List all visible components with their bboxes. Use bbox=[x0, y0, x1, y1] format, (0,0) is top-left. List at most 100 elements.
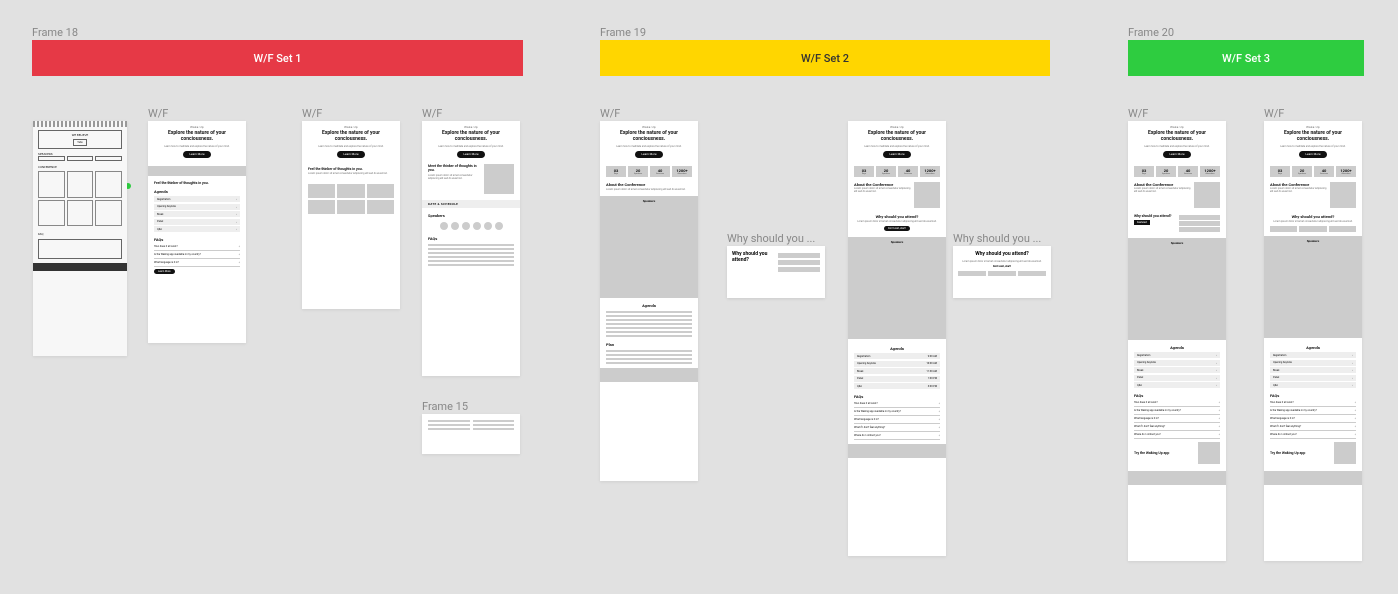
agenda-row: Opening Keynote› bbox=[154, 204, 240, 210]
hero-cta[interactable]: Learn More bbox=[1163, 151, 1190, 158]
faq-row: Where do I contact you?+ bbox=[854, 432, 940, 440]
stats-row: 03Days 20Speakers 40Sessions 1200+Attend… bbox=[1128, 164, 1226, 179]
faqs-title: FAQs bbox=[148, 234, 246, 243]
try-image bbox=[1334, 442, 1356, 464]
about-text: Lorem ipsum dolor sit amet consectetur a… bbox=[1134, 187, 1191, 193]
faq-row: How does it all work?+ bbox=[154, 243, 240, 251]
agenda-row: Break11:30 AM bbox=[854, 368, 940, 374]
artboard-wf-2b[interactable]: Wake Up Explore the nature of your conci… bbox=[848, 121, 946, 556]
hero-sub: Learn how to meditate and explore the na… bbox=[1134, 145, 1220, 148]
try-title: Try the Waking Up app bbox=[1134, 451, 1195, 455]
artboard-wf-3a[interactable]: Wake Up Explore the nature of your conci… bbox=[1128, 121, 1226, 561]
small-cta[interactable]: Learn More bbox=[154, 269, 175, 274]
footer bbox=[1264, 471, 1362, 485]
dont-wait-label: Don't wait, start! bbox=[958, 265, 1046, 268]
brand: Wake Up bbox=[1134, 125, 1220, 129]
design-canvas[interactable]: Frame 18 Frame 19 Frame 20 W/F Set 1 W/F… bbox=[0, 0, 1398, 594]
about-text: Lorem ipsum dolor sit amet consectetur a… bbox=[600, 188, 698, 194]
dont-wait-btn[interactable]: Don't wait, start! bbox=[884, 226, 910, 231]
feel-sub: Lorem ipsum dolor sit amet consectetur a… bbox=[302, 172, 400, 178]
artboard-why-mini-1[interactable]: Why should you attend? bbox=[727, 246, 825, 298]
wf-label-2: W/F bbox=[302, 107, 322, 120]
header-set1-label: W/F Set 1 bbox=[254, 52, 302, 65]
hero-sub: Learn how to meditate and explore the na… bbox=[606, 145, 692, 148]
faq-row: Is the Waking app available in my countr… bbox=[854, 408, 940, 416]
about-title: About the Conference bbox=[600, 179, 698, 188]
hero-cta[interactable]: Learn More bbox=[183, 151, 210, 158]
artboard-sketch[interactable]: WE BELIEVE Tabs SPEAKERS CONFERENCE FAQ bbox=[33, 121, 127, 356]
speakers-band: Speakers bbox=[600, 196, 698, 298]
faq-row: How does it all work?+ bbox=[1270, 399, 1356, 407]
faq-row: How does it all work?+ bbox=[854, 400, 940, 408]
sketch-tabs: Tabs bbox=[73, 139, 86, 146]
agenda-row: Q&A› bbox=[1270, 382, 1356, 388]
agenda-title: Agenda bbox=[848, 343, 946, 352]
hero-title: Explore the nature of your conciousness. bbox=[854, 131, 940, 143]
agenda-title: Agenda bbox=[1128, 342, 1226, 351]
brand: Wake Up bbox=[854, 125, 940, 129]
header-set3[interactable]: W/F Set 3 bbox=[1128, 40, 1364, 76]
faq-row: How does it all work?+ bbox=[1134, 399, 1220, 407]
hero-sub: Learn how to meditate and explore the na… bbox=[428, 145, 514, 148]
sketch-faq-label: FAQ bbox=[33, 228, 127, 236]
stats-row: 03Days 20Speakers 40Sessions 1200+Attend… bbox=[600, 164, 698, 179]
speakers-band: Speakers bbox=[848, 237, 946, 339]
stats-row: 03Days 20Speakers 40Sessions 1200+Attend… bbox=[1264, 164, 1362, 179]
frame-label-18: Frame 18 bbox=[32, 26, 78, 39]
hero-image bbox=[148, 166, 246, 176]
pill-row bbox=[1264, 226, 1362, 232]
agenda-title: Agenda bbox=[148, 186, 246, 195]
frame-label-20: Frame 20 bbox=[1128, 26, 1174, 39]
agenda-row: Break› bbox=[154, 211, 240, 217]
artboard-frame15[interactable] bbox=[422, 414, 520, 454]
hero-title: Explore the nature of your conciousness. bbox=[1134, 131, 1220, 143]
try-title: Try the Waking Up app bbox=[1270, 451, 1331, 455]
about-text: Lorem ipsum dolor sit amet consectetur a… bbox=[854, 187, 911, 193]
why-title: Why should you attend? bbox=[732, 251, 774, 263]
feel-title: Feel the thinker of thoughts in you. bbox=[148, 178, 246, 186]
hero-cta[interactable]: Learn More bbox=[337, 151, 364, 158]
hero-title: Explore the nature of your conciousness. bbox=[308, 131, 394, 143]
hero-cta[interactable]: Learn More bbox=[457, 151, 484, 158]
brand: Wake Up bbox=[1270, 125, 1356, 129]
artboard-wf-3b[interactable]: Wake Up Explore the nature of your conci… bbox=[1264, 121, 1362, 561]
dual-column bbox=[422, 418, 520, 432]
header-set2[interactable]: W/F Set 2 bbox=[600, 40, 1050, 76]
header-set3-label: W/F Set 3 bbox=[1222, 52, 1270, 65]
date-schedule-title: DATE & SCHEDULE bbox=[422, 200, 520, 208]
agenda-row: Registration› bbox=[154, 196, 240, 202]
faqs-title: FAQs bbox=[422, 233, 520, 242]
hero-cta[interactable]: Learn More bbox=[883, 151, 910, 158]
why-title: Why should you attend? bbox=[1134, 214, 1175, 218]
faqs-title: FAQs bbox=[848, 391, 946, 400]
faq-row: What language is it in?+ bbox=[1270, 415, 1356, 423]
plan-title: Plan bbox=[600, 339, 698, 348]
agenda-row: Q&A› bbox=[1134, 382, 1220, 388]
meet-title: Meet the thinker of thoughts in you. bbox=[428, 164, 481, 172]
agenda-row: Q&A› bbox=[154, 226, 240, 232]
agenda-row: Registration› bbox=[1134, 352, 1220, 358]
stats-row: 03Days 20Speakers 40Sessions 1200+Attend… bbox=[848, 164, 946, 179]
agenda-row: Registration9:00 AM bbox=[854, 353, 940, 359]
hero-sub: Learn how to meditate and explore the na… bbox=[154, 145, 240, 148]
artboard-wf-1c[interactable]: Wake Up Explore the nature of your conci… bbox=[422, 121, 520, 376]
hero-cta[interactable]: Learn More bbox=[635, 151, 662, 158]
agenda-row: Registration› bbox=[1270, 352, 1356, 358]
faq-row: Is the Waking app available in my countr… bbox=[1134, 407, 1220, 415]
sketch-button-row bbox=[33, 156, 127, 161]
hero-sub: Learn how to meditate and explore the na… bbox=[854, 145, 940, 148]
artboard-wf-1b[interactable]: Wake Up Explore the nature of your conci… bbox=[302, 121, 400, 309]
header-set1[interactable]: W/F Set 1 bbox=[32, 40, 523, 76]
artboard-wf-2a[interactable]: Wake Up Explore the nature of your conci… bbox=[600, 121, 698, 481]
sketch-title: WE BELIEVE bbox=[41, 133, 119, 137]
hero-sub: Learn how to meditate and explore the na… bbox=[1270, 145, 1356, 148]
hero-cta[interactable]: Learn More bbox=[1299, 151, 1326, 158]
artboard-why-mini-2[interactable]: Why should you attend? Lorem ipsum dolor… bbox=[953, 246, 1051, 298]
try-image bbox=[1198, 442, 1220, 464]
faq-row: What language is it in?+ bbox=[1134, 415, 1220, 423]
speakers-band: Speakers bbox=[1264, 236, 1362, 338]
hero-sub: Learn how to meditate and explore the na… bbox=[308, 145, 394, 148]
agenda-row: Break› bbox=[1270, 367, 1356, 373]
faq-row: What if I don't feel anything?+ bbox=[1134, 423, 1220, 431]
artboard-wf-1a[interactable]: Wake Up Explore the nature of your conci… bbox=[148, 121, 246, 343]
